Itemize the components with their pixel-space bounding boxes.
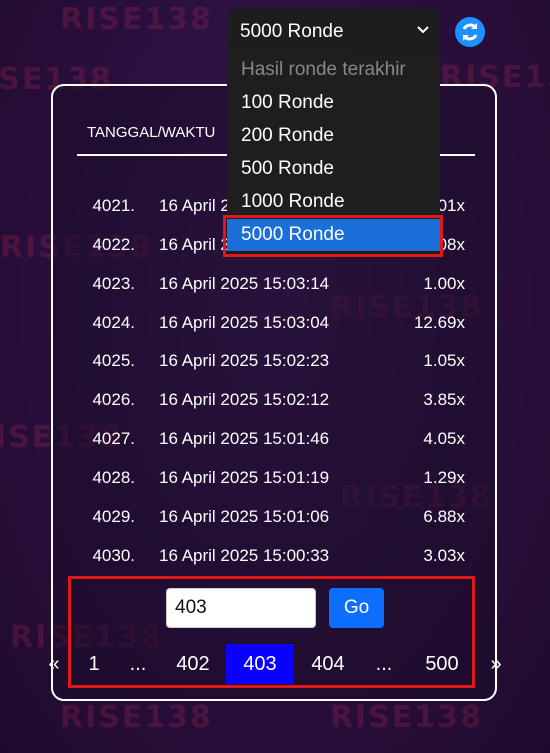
dropdown-option-500[interactable]: 500 Ronde [227,153,440,185]
row-number: 4024. [92,313,135,332]
row-number: 4027. [92,429,135,448]
row-number: 4030. [92,546,135,565]
watermark: RISE138 [60,2,213,37]
row-date: 16 April 2025 15:01:06 [159,507,330,526]
row-date: 16 April 2025 15:00:33 [159,546,330,565]
table-row: 4024. 16 April 2025 15:03:04 12.69x [53,313,499,337]
row-number: 4028. [92,468,135,487]
table-row: 4025. 16 April 2025 15:02:23 1.05x [53,351,499,375]
prev-page-arrow[interactable]: « [44,644,64,684]
table-row: 4023. 16 April 2025 15:03:14 1.00x [53,274,499,298]
row-multiplier: 4.05x [423,429,465,448]
row-number: 4022. [92,235,135,254]
table-row: 4027. 16 April 2025 15:01:46 4.05x [53,429,499,453]
option-label: 200 Ronde [241,125,334,146]
page-link-1[interactable]: 1 [80,644,108,684]
row-number: 4029. [92,507,135,526]
row-multiplier: 6.88x [423,507,465,526]
page-link-403-active[interactable]: 403 [226,644,294,684]
watermark: RISE138 [60,700,213,735]
round-select[interactable]: 5000 Ronde [227,9,440,53]
row-date: 16 April 2025 15:01:19 [159,468,330,487]
page-link-500[interactable]: 500 [418,644,466,684]
option-label: Hasil ronde terakhir [241,59,406,80]
option-label: 100 Ronde [241,92,334,113]
dropdown-option-100[interactable]: 100 Ronde [227,87,440,119]
option-label: 1000 Ronde [241,191,345,212]
table-row: 4030. 16 April 2025 15:00:33 3.03x [53,546,499,570]
row-number: 4023. [92,274,135,293]
table-row: 4026. 16 April 2025 15:02:12 3.85x [53,390,499,414]
watermark: RISE138 [330,700,483,735]
row-number: 4026. [92,390,135,409]
table-row: 4028. 16 April 2025 15:01:19 1.29x [53,468,499,492]
row-date: 16 April 2025 15:03:14 [159,274,330,293]
row-multiplier: 1.05x [423,351,465,370]
row-number: 4021. [92,196,135,215]
next-page-arrow[interactable]: » [486,644,506,684]
row-date: 16 April 2025 15:01:46 [159,429,330,448]
option-label: 500 Ronde [241,158,334,179]
dropdown-option-header: Hasil ronde terakhir [227,54,440,86]
dropdown-option-1000[interactable]: 1000 Ronde [227,186,440,218]
page-number-input[interactable] [166,588,316,628]
page-ellipsis: ... [129,653,147,675]
page-link-402[interactable]: 402 [170,644,216,684]
row-date: 16 April 2025 15:03:04 [159,313,330,332]
round-select-value: 5000 Ronde [240,21,344,42]
row-multiplier: 1.00x [423,274,465,293]
table-row: 4029. 16 April 2025 15:01:06 6.88x [53,507,499,531]
row-number: 4025. [92,351,135,370]
page-link-404[interactable]: 404 [304,644,352,684]
row-date: 16 April 2025 15:02:12 [159,390,330,409]
row-date: 16 April 2025 15:02:23 [159,351,330,370]
refresh-button[interactable] [455,17,485,47]
dropdown-option-200[interactable]: 200 Ronde [227,120,440,152]
row-multiplier: 3.85x [423,390,465,409]
row-multiplier: 3.03x [423,546,465,565]
page-ellipsis: ... [375,653,393,675]
row-multiplier: 12.69x [413,313,465,332]
selected-option-highlight [223,215,443,257]
header-date: TANGGAL/WAKTU [87,124,216,141]
row-multiplier: 1.29x [423,468,465,487]
go-button[interactable]: Go [329,588,384,628]
refresh-icon [462,23,478,41]
chevron-down-icon [414,21,432,45]
